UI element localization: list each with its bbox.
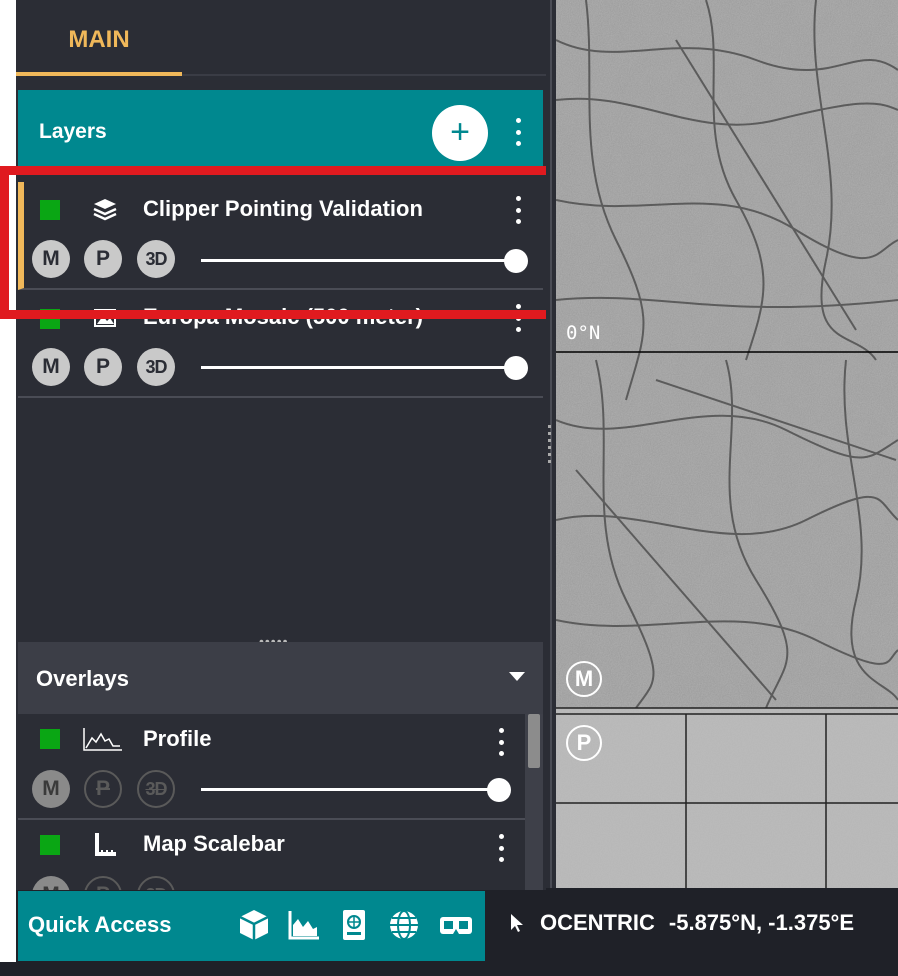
overlay-menu-icon[interactable]: [498, 728, 504, 756]
overlay-mode-map-button[interactable]: M: [32, 770, 70, 808]
overlay-mode-3d-button[interactable]: 3D: [137, 876, 175, 890]
overlay-mode-perspective-button[interactable]: P: [84, 770, 122, 808]
profile-chart-icon: [82, 726, 124, 757]
overlays-title: Overlays: [36, 666, 129, 691]
plus-icon: +: [450, 113, 470, 151]
perspective-view-badge: P: [566, 725, 602, 761]
window-edge: [0, 0, 16, 976]
chart-icon[interactable]: [286, 907, 322, 943]
caret-down-icon[interactable]: [509, 672, 525, 681]
latitude-gridline-label: 0°N: [566, 322, 601, 344]
opacity-slider[interactable]: [201, 366, 516, 369]
overlays-header[interactable]: Overlays: [18, 642, 543, 714]
globe-icon[interactable]: [386, 907, 422, 943]
layer-mode-map-button[interactable]: M: [32, 348, 70, 386]
overlay-visibility-toggle[interactable]: [40, 835, 60, 855]
overlay-menu-icon[interactable]: [498, 834, 504, 862]
layers-header: Layers +: [18, 90, 543, 174]
tab-main[interactable]: MAIN: [16, 0, 182, 76]
opacity-slider[interactable]: [201, 788, 499, 791]
layer-mode-3d-button[interactable]: 3D: [137, 348, 175, 386]
quick-access-bar: Quick Access: [18, 891, 485, 961]
map-view-badge: M: [566, 661, 602, 697]
overlay-mode-3d-button[interactable]: 3D: [137, 770, 175, 808]
overlay-name: Map Scalebar: [143, 831, 285, 856]
projection-label[interactable]: OCENTRIC: [540, 910, 655, 936]
atlas-icon[interactable]: [336, 907, 372, 943]
opacity-slider-handle[interactable]: [487, 778, 511, 802]
cube-icon[interactable]: [236, 907, 272, 943]
layers-menu-icon[interactable]: [515, 118, 521, 146]
coordinate-readout: OCENTRIC -5.875°N, -1.375°E: [508, 910, 854, 936]
overlay-name: Profile: [143, 726, 212, 751]
highlight-box: [0, 166, 570, 319]
vr-headset-icon[interactable]: [438, 907, 474, 943]
quick-access-title: Quick Access: [28, 912, 172, 937]
layer-mode-perspective-button[interactable]: P: [84, 348, 122, 386]
overlay-row-map-scalebar[interactable]: Map Scalebar M P 3D: [18, 820, 525, 890]
opacity-slider-handle[interactable]: [504, 356, 528, 380]
map-viewport[interactable]: [556, 0, 898, 888]
scalebar-icon: [94, 831, 118, 862]
overlays-scrollbar-thumb[interactable]: [528, 714, 540, 768]
overlay-mode-perspective-button[interactable]: P: [84, 876, 122, 890]
pointer-icon: [511, 914, 523, 932]
bottom-strip: [0, 962, 898, 976]
layers-title: Layers: [39, 120, 107, 143]
coordinates-value: -5.875°N, -1.375°E: [668, 910, 855, 935]
tab-bar: MAIN: [16, 0, 546, 76]
overlay-row-profile[interactable]: Profile M P 3D: [18, 714, 525, 820]
add-layer-button[interactable]: +: [432, 105, 488, 161]
overlay-visibility-toggle[interactable]: [40, 729, 60, 749]
overlay-mode-map-button[interactable]: M: [32, 876, 70, 890]
europa-surface-map: [556, 0, 898, 888]
divider-drag-handle[interactable]: [548, 425, 553, 463]
